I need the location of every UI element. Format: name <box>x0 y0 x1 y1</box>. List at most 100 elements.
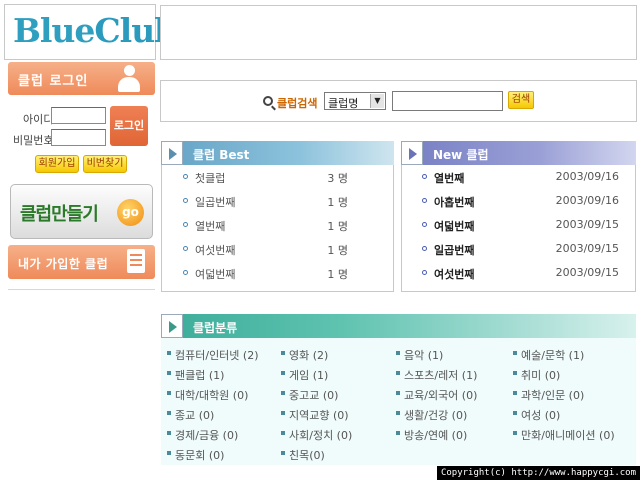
created-date: 2003/09/16 <box>555 194 619 207</box>
bullet-icon <box>422 222 427 227</box>
id-label: 아이디 <box>23 113 54 126</box>
club-name[interactable]: 여섯번째 <box>434 266 474 282</box>
category-label[interactable]: 사회/정치 (0) <box>289 427 352 443</box>
id-field[interactable] <box>51 107 106 124</box>
category-label[interactable]: 과학/인문 (0) <box>521 387 584 403</box>
club-login-header: 클럽 로그인 <box>8 62 155 95</box>
password-field[interactable] <box>51 129 106 146</box>
bullet-icon <box>183 270 188 275</box>
chevron-down-icon[interactable]: ▼ <box>370 94 384 108</box>
bullet-icon <box>396 431 400 435</box>
category-label[interactable]: 방송/연예 (0) <box>404 427 467 443</box>
club-name[interactable]: 첫클럽 <box>195 170 225 186</box>
bullet-icon <box>167 431 171 435</box>
search-input[interactable] <box>392 91 503 111</box>
list-item[interactable]: 여덟번째 1 명 <box>162 261 393 285</box>
club-name[interactable]: 여덟번째 <box>434 218 474 234</box>
category-label[interactable]: 여성 (0) <box>521 407 560 423</box>
category-label[interactable]: 팬클럽 (1) <box>175 367 224 383</box>
my-joined-clubs-button[interactable]: 내가 가입한 클럽 <box>8 245 155 279</box>
bullet-icon <box>281 351 285 355</box>
club-name[interactable]: 열번째 <box>434 170 464 186</box>
club-login-title: 클럽 로그인 <box>18 74 89 89</box>
member-count: 1 명 <box>327 220 348 233</box>
category-label[interactable]: 종교 (0) <box>175 407 214 423</box>
login-button[interactable]: 로그인 <box>110 106 148 146</box>
category-label[interactable]: 동문회 (0) <box>175 447 224 463</box>
category-label[interactable]: 지역교향 (0) <box>289 407 349 423</box>
club-name[interactable]: 일곱번째 <box>434 242 474 258</box>
club-category-title: 클럽분류 <box>193 321 238 335</box>
category-label[interactable]: 대학/대학원 (0) <box>175 387 248 403</box>
club-category-title-bg <box>183 314 636 338</box>
category-label[interactable]: 취미 (0) <box>521 367 560 383</box>
category-label[interactable]: 생활/건강 (0) <box>404 407 467 423</box>
member-count: 3 명 <box>327 172 348 185</box>
list-item[interactable]: 여덟번째 2003/09/15 <box>402 213 635 237</box>
go-icon: go <box>117 199 144 226</box>
divider <box>8 289 155 290</box>
created-date: 2003/09/15 <box>555 242 619 255</box>
club-name[interactable]: 일곱번째 <box>195 194 235 210</box>
make-club-button[interactable]: 클럽만들기 go <box>10 184 153 239</box>
search-type-select[interactable]: 클럽명 ▼ <box>324 92 386 110</box>
bullet-icon <box>513 391 517 395</box>
bullet-icon <box>167 371 171 375</box>
join-button[interactable]: 회원가입 <box>35 155 79 173</box>
club-best-header: 클럽 Best <box>161 141 394 165</box>
banner-area <box>160 5 637 60</box>
list-item[interactable]: 여섯번째 1 명 <box>162 237 393 261</box>
list-item[interactable]: 첫클럽 3 명 <box>162 165 393 189</box>
category-label[interactable]: 만화/애니메이션 (0) <box>521 427 615 443</box>
club-name[interactable]: 열번째 <box>195 218 225 234</box>
club-name[interactable]: 여섯번째 <box>195 242 235 258</box>
created-date: 2003/09/15 <box>555 218 619 231</box>
document-icon <box>127 249 145 273</box>
bullet-icon <box>183 174 188 179</box>
list-item[interactable]: 열번째 1 명 <box>162 213 393 237</box>
arrow-right-icon <box>161 314 183 338</box>
my-joined-clubs-label: 내가 가입한 클럽 <box>18 257 109 271</box>
bullet-icon <box>396 411 400 415</box>
arrow-right-icon <box>161 141 183 165</box>
category-label[interactable]: 게임 (1) <box>289 367 328 383</box>
category-label[interactable]: 경제/금융 (0) <box>175 427 238 443</box>
site-logo[interactable]: BlueClub <box>4 4 177 60</box>
bullet-icon <box>183 222 188 227</box>
search-button[interactable]: 검색 <box>508 91 534 109</box>
bullet-icon <box>167 451 171 455</box>
bullet-icon <box>422 246 427 251</box>
list-item[interactable]: 일곱번째 1 명 <box>162 189 393 213</box>
find-password-button[interactable]: 비번찾기 <box>83 155 127 173</box>
category-label[interactable]: 컴퓨터/인터넷 (2) <box>175 347 259 363</box>
club-best-list: 첫클럽 3 명 일곱번째 1 명 열번째 1 명 여섯번째 1 명 여덟번째 1 명 <box>161 165 394 292</box>
club-name[interactable]: 여덟번째 <box>195 266 235 282</box>
bullet-icon <box>422 198 427 203</box>
club-category-header: 클럽분류 <box>161 314 636 338</box>
bullet-icon <box>513 431 517 435</box>
list-item[interactable]: 열번째 2003/09/16 <box>402 165 635 189</box>
club-name[interactable]: 아홉번째 <box>434 194 474 210</box>
category-label[interactable]: 영화 (2) <box>289 347 328 363</box>
bullet-icon <box>281 451 285 455</box>
category-label[interactable]: 교육/외국어 (0) <box>404 387 477 403</box>
club-category-list: 컴퓨터/인터넷 (2) 영화 (2) 음악 (1) 예술/문학 (1) 팬클럽 … <box>161 338 636 465</box>
created-date: 2003/09/15 <box>555 266 619 279</box>
list-item[interactable]: 일곱번째 2003/09/15 <box>402 237 635 261</box>
category-label[interactable]: 음악 (1) <box>404 347 443 363</box>
bullet-icon <box>281 391 285 395</box>
list-item[interactable]: 아홉번째 2003/09/16 <box>402 189 635 213</box>
category-label[interactable]: 친목(0) <box>289 447 325 463</box>
bullet-icon <box>396 371 400 375</box>
bullet-icon <box>183 246 188 251</box>
bullet-icon <box>422 270 427 275</box>
category-label[interactable]: 예술/문학 (1) <box>521 347 584 363</box>
category-label[interactable]: 스포츠/레저 (1) <box>404 367 477 383</box>
new-club-list: 열번째 2003/09/16 아홉번째 2003/09/16 여덟번째 2003/09… <box>401 165 636 292</box>
search-type-value: 클럽명 <box>328 97 359 110</box>
logo-blue: Blue <box>13 11 95 50</box>
list-item[interactable]: 여섯번째 2003/09/15 <box>402 261 635 285</box>
new-club-title: New 클럽 <box>433 148 489 162</box>
arrow-right-icon <box>401 141 423 165</box>
category-label[interactable]: 중고교 (0) <box>289 387 338 403</box>
